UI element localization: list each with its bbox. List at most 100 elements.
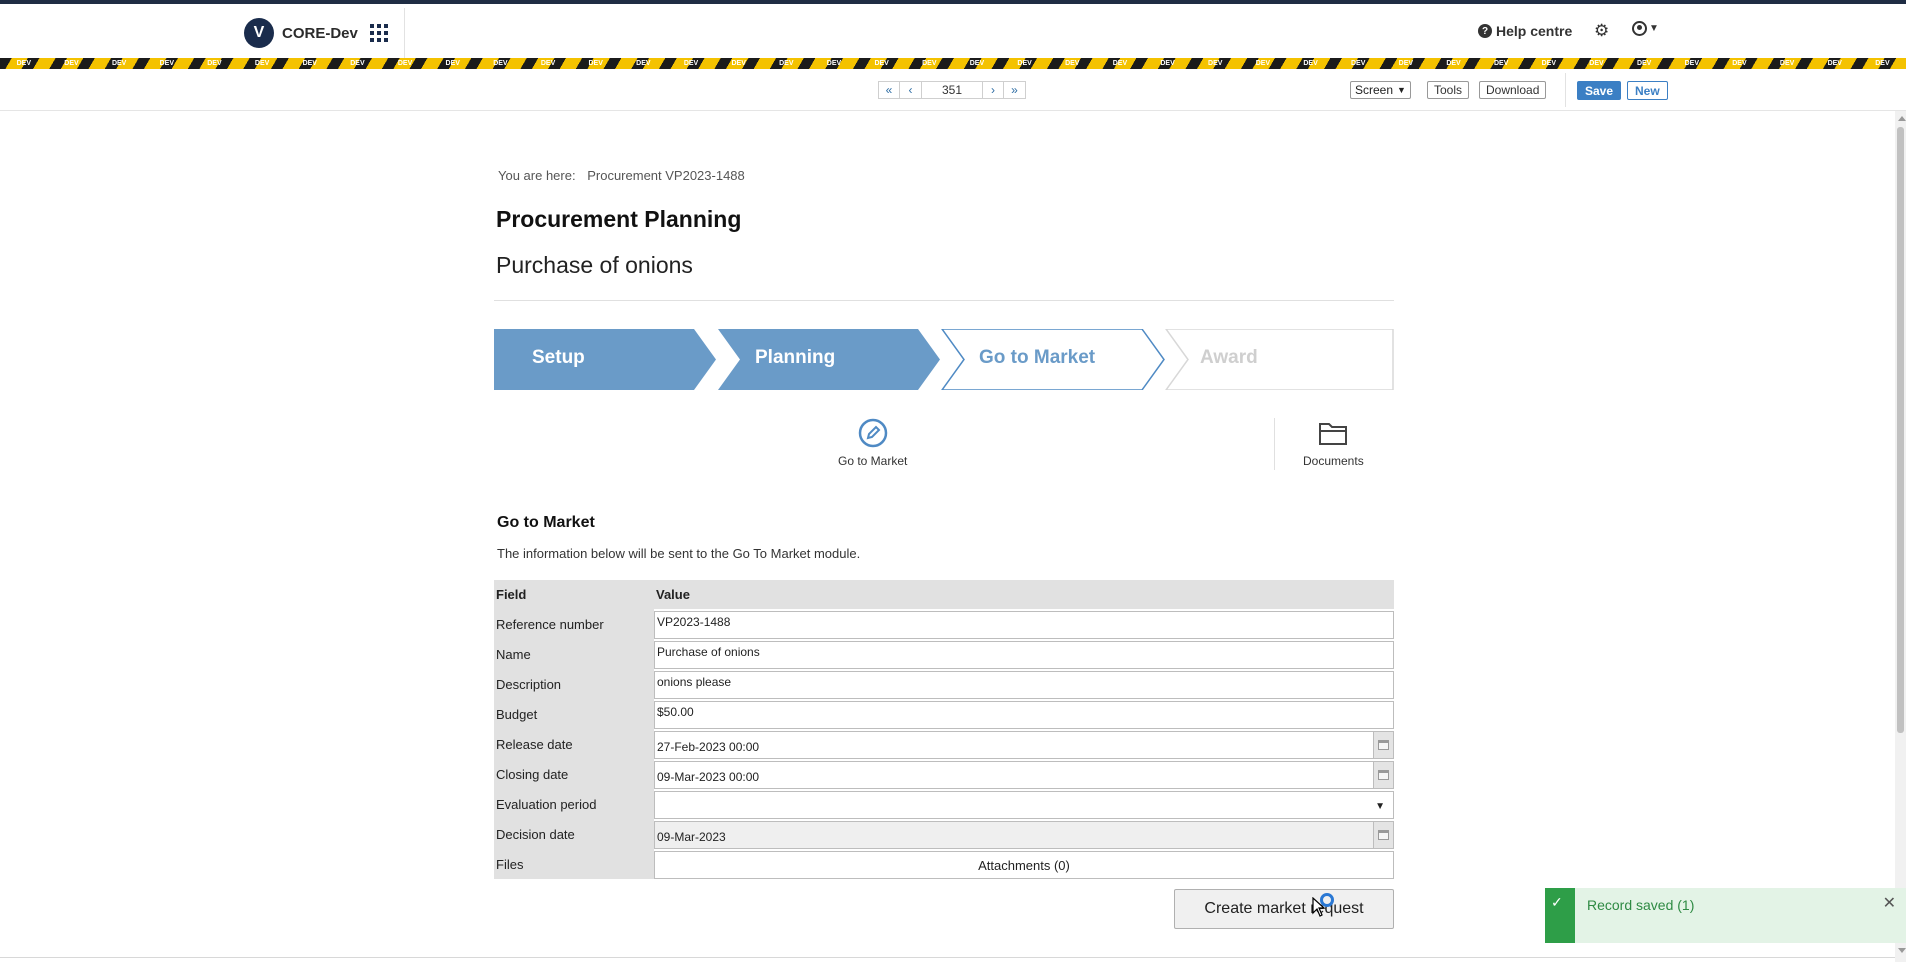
dev-banner-label: DEV (1493, 60, 1509, 67)
dev-banner-label: DEV (1398, 60, 1414, 67)
brand-logo: V (244, 18, 274, 48)
field-label: Release date (494, 729, 654, 759)
decision-date-field[interactable]: 09-Mar-2023 (654, 821, 1374, 849)
table-row: Reference number VP2023-1488 (494, 609, 1394, 639)
new-button[interactable]: New (1627, 81, 1668, 100)
dev-environment-banner: DEV DEV DEV DEV DEV DEV DEV DEV DEV DEV DEV DEV DEV D… (0, 58, 1906, 69)
attachments-button[interactable]: Attachments (0) (654, 851, 1394, 879)
dev-banner-label: DEV (874, 60, 889, 67)
table-row: Budget $50.00 (494, 699, 1394, 729)
dev-banner-label: DEV (1827, 60, 1842, 67)
dev-banner-label: DEV (588, 60, 603, 67)
step-go-to-market[interactable]: Go to Market (979, 347, 1095, 369)
header-divider (404, 8, 405, 60)
table-row: Release date 27-Feb-2023 00:00 (494, 729, 1394, 759)
table-row: Decision date 09-Mar-2023 (494, 819, 1394, 849)
go-to-market-action[interactable]: Go to Market (838, 418, 907, 468)
closing-date-field[interactable]: 09-Mar-2023 00:00 (654, 761, 1374, 789)
release-date-field[interactable]: 27-Feb-2023 00:00 (654, 731, 1374, 759)
download-button[interactable]: Download (1479, 81, 1547, 99)
table-row: Description onions please (494, 669, 1394, 699)
previous-record-button[interactable]: ‹ (900, 81, 922, 99)
field-label: Reference number (494, 609, 654, 639)
field-label: Files (494, 849, 654, 879)
documents-action[interactable]: Documents (1303, 418, 1364, 468)
step-award[interactable]: Award (1200, 347, 1258, 369)
tools-button[interactable]: Tools (1427, 81, 1470, 99)
dev-banner-label: DEV (1160, 60, 1175, 67)
gear-icon[interactable]: ⚙ (1594, 21, 1609, 41)
breadcrumb-current[interactable]: Procurement VP2023-1488 (587, 168, 745, 183)
app-name: CORE-Dev (282, 24, 358, 42)
dev-banner-label: DEV (1636, 60, 1652, 67)
mouse-cursor-icon (1312, 897, 1326, 917)
record-pager: « ‹ 351 › » (878, 81, 1026, 99)
help-centre-link[interactable]: ? Help centre (1478, 23, 1572, 39)
dev-banner-label: DEV (1732, 60, 1747, 67)
dev-banner-label: DEV (1255, 60, 1271, 67)
view-select-value: Screen (1355, 83, 1394, 97)
dev-banner-label: DEV (16, 60, 32, 67)
process-steps: Setup Planning Go to Market Award (494, 329, 1394, 390)
column-header-field: Field (494, 580, 654, 609)
checkmark-icon: ✓ (1551, 894, 1563, 910)
close-icon[interactable]: ✕ (1883, 893, 1896, 913)
calendar-icon[interactable] (1374, 761, 1394, 789)
calendar-icon[interactable] (1374, 821, 1394, 849)
dev-banner-label: DEV (1112, 60, 1128, 67)
dev-banner-label: DEV (254, 60, 270, 67)
scroll-up-arrow[interactable] (1898, 116, 1906, 121)
last-record-button[interactable]: » (1004, 81, 1026, 99)
chevron-down-icon: ▼ (1375, 801, 1385, 812)
step-planning[interactable]: Planning (755, 347, 835, 369)
dev-banner-label: DEV (683, 60, 699, 67)
dev-banner-label: DEV (922, 60, 937, 67)
description-field[interactable]: onions please (654, 671, 1394, 699)
chevron-down-icon: ▼ (1649, 23, 1659, 34)
help-centre-label: Help centre (1496, 23, 1573, 39)
table-header-row: Field Value (494, 580, 1394, 609)
breadcrumb-prefix: You are here: (498, 168, 576, 183)
field-label: Closing date (494, 759, 654, 789)
record-saved-toast: ✓ Record saved (1) ✕ (1545, 888, 1906, 943)
dev-banner-label: DEV (1208, 60, 1223, 67)
dev-banner-label: DEV (350, 60, 365, 67)
step-setup[interactable]: Setup (532, 347, 585, 369)
documents-action-label: Documents (1303, 454, 1364, 468)
dev-banner-label: DEV (1446, 60, 1461, 67)
next-record-button[interactable]: › (982, 81, 1004, 99)
table-row: Evaluation period ▼ (494, 789, 1394, 819)
dev-banner-label: DEV (826, 60, 842, 67)
user-menu[interactable]: ▼ (1632, 21, 1659, 36)
calendar-icon[interactable] (1374, 731, 1394, 759)
dev-banner-label: DEV (397, 60, 413, 67)
budget-field[interactable]: $50.00 (654, 701, 1394, 729)
dev-banner-label: DEV (493, 60, 508, 67)
section-description: The information below will be sent to th… (497, 546, 861, 561)
dev-banner-label: DEV (159, 60, 174, 67)
brand[interactable]: V CORE-Dev (244, 17, 358, 49)
field-label: Decision date (494, 819, 654, 849)
dev-banner-label: DEV (302, 60, 317, 67)
save-button[interactable]: Save (1577, 81, 1622, 100)
action-divider (1274, 418, 1275, 470)
dev-banner-label: DEV (1065, 60, 1080, 67)
first-record-button[interactable]: « (878, 81, 900, 99)
scroll-down-arrow[interactable] (1898, 948, 1906, 953)
name-field[interactable]: Purchase of onions (654, 641, 1394, 669)
table-row: Name Purchase of onions (494, 639, 1394, 669)
title-divider (494, 300, 1394, 301)
scrollbar-thumb[interactable] (1897, 127, 1904, 733)
page-subtitle: Purchase of onions (496, 252, 693, 278)
create-market-request-button[interactable]: Create market request (1174, 889, 1394, 929)
dev-banner-label: DEV (207, 60, 222, 67)
reference-number-field[interactable]: VP2023-1488 (654, 611, 1394, 639)
dev-banner-label: DEV (1589, 60, 1604, 67)
record-number-input[interactable]: 351 (922, 81, 982, 99)
apps-grid-icon[interactable] (370, 24, 388, 42)
dev-banner-label: DEV (1541, 60, 1557, 67)
view-select[interactable]: Screen ▼ (1350, 81, 1411, 99)
evaluation-period-select[interactable]: ▼ (654, 791, 1394, 819)
record-toolbar: « ‹ 351 › » Screen ▼ Tools Download Save… (0, 69, 1906, 111)
user-circle-icon (1632, 21, 1647, 36)
